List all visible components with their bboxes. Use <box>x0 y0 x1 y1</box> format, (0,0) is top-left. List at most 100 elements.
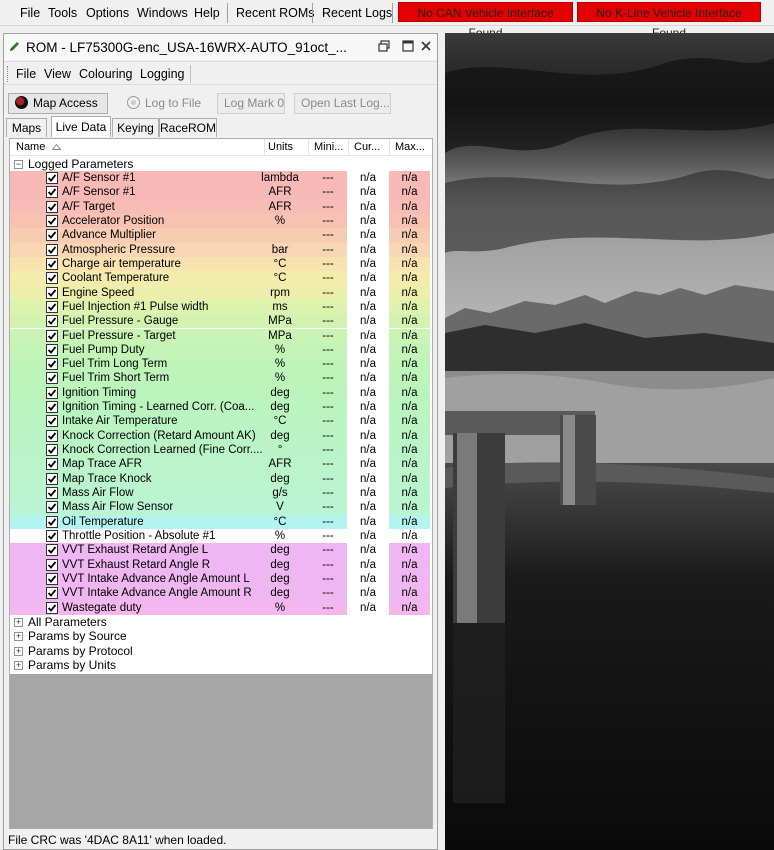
parameter-checkbox[interactable] <box>46 300 58 313</box>
collapse-icon[interactable]: − <box>14 160 23 169</box>
menu-tools[interactable]: Tools <box>48 6 77 20</box>
parameter-checkbox[interactable] <box>46 243 58 256</box>
parameter-row[interactable]: n/a Atmospheric Pressure bar --- n/a <box>10 242 430 257</box>
parameter-checkbox[interactable] <box>46 515 58 528</box>
expand-icon[interactable]: + <box>14 617 23 627</box>
parameter-checkbox[interactable] <box>46 487 58 500</box>
tab-live-data[interactable]: Live Data <box>51 116 111 137</box>
parameter-row[interactable]: n/a Fuel Trim Short Term% --- n/a <box>10 371 430 386</box>
parameter-checkbox[interactable] <box>46 458 58 471</box>
parameter-checkbox[interactable] <box>46 544 58 557</box>
expand-icon[interactable]: + <box>14 632 23 642</box>
parameter-checkbox[interactable] <box>46 415 58 428</box>
tree-node-group[interactable]: + Params by Source <box>10 629 430 643</box>
parameter-row[interactable]: n/a Fuel Trim Long Term% --- n/a <box>10 357 430 372</box>
parameter-row[interactable]: n/a A/F Target AFR --- n/a <box>10 199 430 214</box>
parameter-row[interactable]: n/a Coolant Temperature °C --- n/a <box>10 271 430 286</box>
restore-icon[interactable] <box>376 38 392 54</box>
column-divider[interactable] <box>389 139 390 156</box>
parameter-checkbox[interactable] <box>46 214 58 227</box>
parameter-row[interactable]: n/a Throttle Position - Absolute #1% --- n/… <box>10 529 430 544</box>
menubar-grip[interactable] <box>7 66 9 82</box>
tree-node-logged-parameters[interactable]: − Logged Parameters <box>10 157 430 171</box>
expand-icon[interactable]: + <box>14 661 23 671</box>
rom-menu-file[interactable]: File <box>16 67 36 81</box>
tab-keying[interactable]: Keying <box>112 118 159 137</box>
parameter-checkbox[interactable] <box>46 329 58 342</box>
column-max[interactable]: Max... <box>395 141 425 153</box>
parameter-checkbox[interactable] <box>46 200 58 213</box>
parameter-checkbox[interactable] <box>46 186 58 199</box>
menu-options[interactable]: Options <box>86 6 129 20</box>
column-divider[interactable] <box>264 139 265 156</box>
menu-help[interactable]: Help <box>194 6 220 20</box>
column-name[interactable]: Name <box>16 141 45 153</box>
map-access-button[interactable]: Map Access <box>8 93 108 114</box>
parameter-row[interactable]: n/a Accelerator Position% --- n/a <box>10 213 430 229</box>
parameter-row[interactable]: n/a Fuel Pressure - Gauge MPa --- n/a <box>10 314 430 329</box>
menu-windows[interactable]: Windows <box>137 6 188 20</box>
tree-node-group[interactable]: + Params by Protocol <box>10 644 430 658</box>
parameter-checkbox[interactable] <box>46 315 58 328</box>
menu-file[interactable]: File <box>20 6 40 20</box>
menu-recent-roms[interactable]: Recent ROMs <box>236 6 315 20</box>
log-mark-button[interactable]: Log Mark 0 <box>217 93 285 114</box>
parameter-row[interactable]: n/a Fuel Pressure - Target MPa --- n/a <box>10 328 430 343</box>
maximize-icon[interactable] <box>400 38 416 54</box>
menu-recent-logs[interactable]: Recent Logs <box>322 6 392 20</box>
column-units[interactable]: Units <box>268 141 293 153</box>
parameter-row[interactable]: n/a Engine Speed rpm --- n/a <box>10 285 430 300</box>
tab-maps[interactable]: Maps <box>6 118 47 137</box>
parameter-checkbox[interactable] <box>46 401 58 414</box>
tree-node-group[interactable]: + All Parameters <box>10 615 430 629</box>
parameter-checkbox[interactable] <box>46 372 58 385</box>
parameter-row[interactable]: n/a VVT Intake Advance Angle Amount L deg -… <box>10 571 430 587</box>
parameter-checkbox[interactable] <box>46 343 58 356</box>
rom-menu-view[interactable]: View <box>44 67 71 81</box>
parameter-row[interactable]: n/a Mass Air Flow Sensor V --- n/a <box>10 500 430 515</box>
parameter-row[interactable]: n/a Map Trace Knock deg --- n/a <box>10 471 430 487</box>
column-divider[interactable] <box>308 139 309 156</box>
parameter-row[interactable]: n/a Intake Air Temperature °C --- n/a <box>10 414 430 429</box>
parameter-row[interactable]: n/a Map Trace AFR AFR --- n/a <box>10 457 430 472</box>
parameter-row[interactable]: n/a Ignition Timing - Learned Corr. (Coa.… <box>10 400 430 415</box>
parameter-row[interactable]: n/a Charge air temperature °C --- n/a <box>10 256 430 272</box>
parameter-row[interactable]: n/a A/F Sensor #1 AFR --- n/a <box>10 185 430 200</box>
rom-window-titlebar[interactable]: ROM - LF75300G-enc_USA-16WRX-AUTO_91oct_… <box>4 34 437 60</box>
column-divider[interactable] <box>348 139 349 156</box>
parameter-checkbox[interactable] <box>46 286 58 299</box>
parameter-row[interactable]: n/a Knock Correction Learned (Fine Corr..… <box>10 443 430 458</box>
parameter-row[interactable]: n/a Advance Multiplier --- n/a <box>10 228 430 243</box>
parameter-checkbox[interactable] <box>46 358 58 371</box>
parameter-checkbox[interactable] <box>46 172 58 184</box>
parameter-row[interactable]: n/a A/F Sensor #1 lambda --- n/a <box>10 171 430 186</box>
column-current[interactable]: Cur... <box>354 141 380 153</box>
tree-node-group[interactable]: + Params by Units <box>10 658 430 672</box>
parameter-checkbox[interactable] <box>46 472 58 485</box>
parameter-checkbox[interactable] <box>46 229 58 242</box>
parameter-checkbox[interactable] <box>46 558 58 571</box>
parameter-row[interactable]: n/a VVT Intake Advance Angle Amount R deg -… <box>10 586 430 601</box>
parameter-checkbox[interactable] <box>46 572 58 585</box>
parameter-row[interactable]: n/a Fuel Injection #1 Pulse width ms --- n/a <box>10 299 430 315</box>
parameter-row[interactable]: n/a Mass Air Flow g/s --- n/a <box>10 486 430 501</box>
parameter-checkbox[interactable] <box>46 386 58 399</box>
rom-menu-colouring[interactable]: Colouring <box>79 67 133 81</box>
parameter-row[interactable]: n/a Ignition Timing deg --- n/a <box>10 385 430 401</box>
parameter-checkbox[interactable] <box>46 257 58 270</box>
parameter-row[interactable]: n/a Knock Correction (Retard Amount AK) de… <box>10 428 430 444</box>
log-to-file-button[interactable]: Log to File <box>120 93 210 114</box>
tab-raceroms[interactable]: RaceROM <box>159 118 217 137</box>
column-min[interactable]: Mini... <box>314 141 343 153</box>
rom-menu-logging[interactable]: Logging <box>140 67 185 81</box>
parameter-row[interactable]: n/a Oil Temperature °C --- n/a <box>10 514 430 529</box>
parameter-row[interactable]: n/a Wastegate duty% --- n/a <box>10 600 430 615</box>
parameter-checkbox[interactable] <box>46 601 58 614</box>
open-last-log-button[interactable]: Open Last Log... <box>294 93 391 114</box>
close-icon[interactable] <box>418 38 434 54</box>
parameter-checkbox[interactable] <box>46 501 58 514</box>
parameter-checkbox[interactable] <box>46 444 58 457</box>
parameter-row[interactable]: n/a VVT Exhaust Retard Angle L deg --- n/a <box>10 543 430 558</box>
parameter-row[interactable]: n/a Fuel Pump Duty% --- n/a <box>10 342 430 358</box>
parameter-checkbox[interactable] <box>46 272 58 285</box>
